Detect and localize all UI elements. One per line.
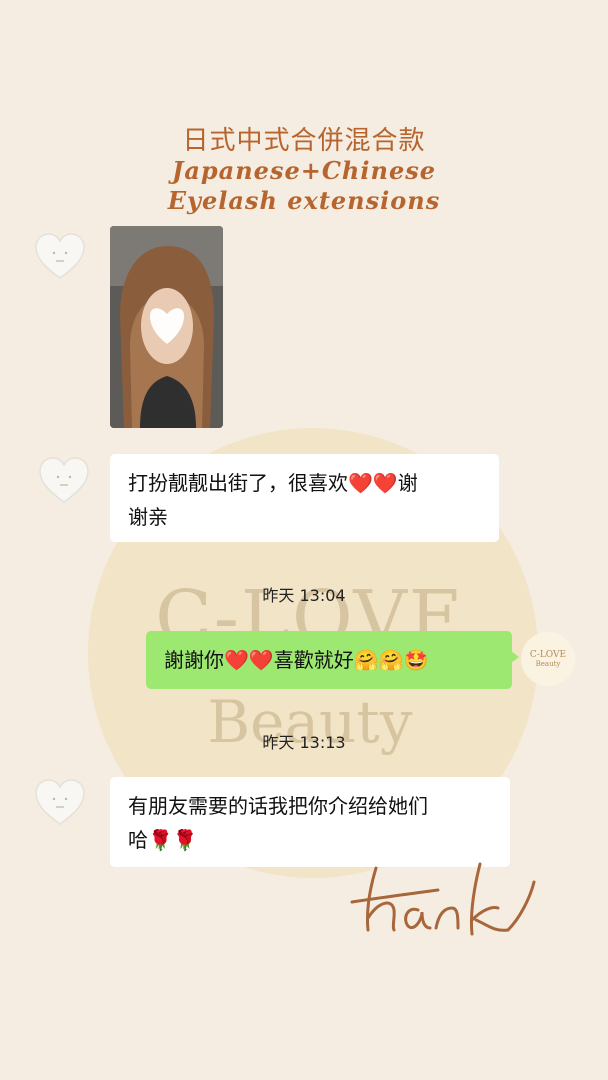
my-avatar-logo[interactable]: C-LOVE Beauty <box>521 632 575 686</box>
timestamp: 昨天 13:13 <box>262 733 346 752</box>
message-text-line: 哈🌹🌹 <box>128 828 198 852</box>
message-text: 謝謝你❤️❤️喜歡就好🤗🤗🤩 <box>164 648 429 672</box>
message-text-line: 有朋友需要的话我把你介绍给她们 <box>128 794 428 818</box>
page-title-en-line2: Eyelash extensions <box>167 186 441 215</box>
photo-content <box>110 226 223 428</box>
thank-script-decoration <box>350 862 536 936</box>
heart-face-avatar-icon[interactable] <box>34 450 94 510</box>
page-title-en-line1: Japanese+Chinese <box>171 156 436 185</box>
message-text-line: 谢亲 <box>128 505 168 529</box>
message-bubble-received[interactable]: 有朋友需要的话我把你介绍给她们 哈🌹🌹 <box>110 777 510 867</box>
heart-face-avatar-icon[interactable] <box>30 772 90 832</box>
message-bubble-sent[interactable]: 謝謝你❤️❤️喜歡就好🤗🤗🤩 <box>146 631 519 689</box>
heart-face-avatar-icon[interactable] <box>30 226 90 286</box>
logo-sub: Beauty <box>535 660 561 668</box>
page-title-cn: 日式中式合併混合款 <box>182 126 426 156</box>
message-text-line: 打扮靓靓出街了，很喜欢❤️❤️谢 <box>128 471 418 495</box>
timestamp: 昨天 13:04 <box>262 586 346 605</box>
message-bubble-received[interactable]: 打扮靓靓出街了，很喜欢❤️❤️谢 谢亲 <box>110 454 499 542</box>
logo-brand: C-LOVE <box>529 650 567 660</box>
shared-photo[interactable] <box>110 226 223 428</box>
